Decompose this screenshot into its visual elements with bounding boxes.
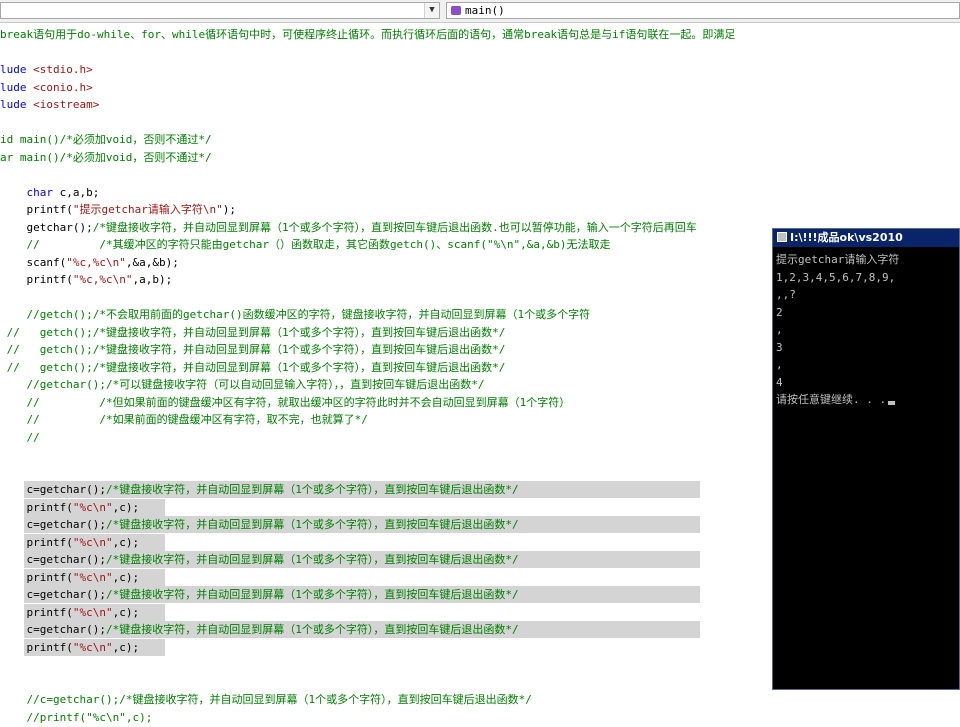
- console-cursor: [888, 401, 896, 405]
- function-dropdown[interactable]: main(): [446, 2, 960, 19]
- code-line[interactable]: //getch();/*不会取用前面的getchar()函数缓冲区的字符，键盘接…: [0, 306, 590, 324]
- code-line[interactable]: // getch();/*键盘接收字符，并自动回显到屏幕（1个或多个字符），直到…: [0, 359, 506, 377]
- console-app-icon: [777, 232, 787, 242]
- code-line[interactable]: c=getchar();/*键盘接收字符，并自动回显到屏幕（1个或多个字符），直…: [0, 621, 519, 639]
- console-output-line: ,: [776, 358, 783, 371]
- console-output-line: 3: [776, 340, 783, 354]
- code-line[interactable]: //: [0, 429, 39, 447]
- code-line[interactable]: printf("%c,%c\n",a,b);: [0, 271, 173, 289]
- console-output-line: 请按任意键继续. . .: [776, 391, 896, 409]
- code-line[interactable]: scanf("%c,%c\n",&a,&b);: [0, 254, 179, 272]
- code-line[interactable]: getchar();/*键盘接收字符，并自动回显到屏幕（1个或多个字符），直到按…: [0, 219, 697, 237]
- code-line[interactable]: // /*但如果前面的键盘缓冲区有字符，就取出缓冲区的字符此时并不会自动回显到屏…: [0, 394, 570, 412]
- code-line[interactable]: // /*如果前面的键盘缓冲区有字符，取不完，也就算了*/: [0, 411, 367, 429]
- code-line[interactable]: //c=getchar();/*键盘接收字符，并自动回显到屏幕（1个或多个字符）…: [0, 691, 531, 709]
- code-line[interactable]: break语句用于do-while、for、while循环语句中时，可使程序终止…: [0, 26, 735, 44]
- code-line[interactable]: printf("%c\n",c);: [0, 639, 140, 657]
- code-line[interactable]: ar main()/*必须加void，否则不通过*/: [0, 149, 212, 167]
- code-line[interactable]: char c,a,b;: [0, 184, 100, 202]
- code-line[interactable]: printf("%c\n",c);: [0, 569, 140, 587]
- code-line[interactable]: lude <iostream>: [0, 96, 99, 114]
- code-line[interactable]: c=getchar();/*键盘接收字符，并自动回显到屏幕（1个或多个字符），直…: [0, 551, 519, 569]
- code-line[interactable]: printf("%c\n",c);: [0, 604, 140, 622]
- editor-navigation-bar: ▼ main(): [0, 0, 960, 23]
- code-line[interactable]: //getchar();/*可以键盘接收字符（可以自动回显输入字符），，直到按回…: [0, 376, 484, 394]
- code-line[interactable]: //printf("%c\n",c);: [0, 709, 152, 727]
- code-line[interactable]: lude <stdio.h>: [0, 61, 93, 79]
- code-line[interactable]: printf("%c\n",c);: [0, 499, 140, 517]
- code-line[interactable]: c=getchar();/*键盘接收字符，并自动回显到屏幕（1个或多个字符），直…: [0, 516, 519, 534]
- console-title: I:\!!!成品ok\vs2010: [790, 231, 903, 244]
- scope-dropdown[interactable]: ▼: [0, 2, 440, 19]
- code-line[interactable]: lude <conio.h>: [0, 79, 93, 97]
- code-line[interactable]: printf("提示getchar请输入字符\n");: [0, 201, 236, 219]
- console-output-line: 2: [776, 305, 783, 319]
- chevron-down-icon[interactable]: ▼: [424, 3, 439, 18]
- function-dropdown-label: main(): [465, 4, 505, 17]
- code-line[interactable]: // getch();/*键盘接收字符，并自动回显到屏幕（1个或多个字符），直到…: [0, 341, 506, 359]
- code-line[interactable]: printf("%c\n",c);: [0, 534, 140, 552]
- console-output-line: 4: [776, 375, 783, 389]
- code-line[interactable]: // getch();/*键盘接收字符，并自动回显到屏幕（1个或多个字符），直到…: [0, 324, 506, 342]
- function-icon: [451, 6, 461, 15]
- console-output-line: ,,?: [776, 288, 796, 301]
- code-line[interactable]: id main()/*必须加void，否则不通过*/: [0, 131, 212, 149]
- console-window[interactable]: I:\!!!成品ok\vs2010 提示getchar请输入字符 1,2,3,4,…: [772, 228, 960, 690]
- code-line[interactable]: // /*其缓冲区的字符只能由getchar（）函数取走，其它函数getch()…: [0, 236, 610, 254]
- console-title-bar[interactable]: I:\!!!成品ok\vs2010: [773, 229, 959, 247]
- console-output-line: 1,2,3,4,5,6,7,8,9,: [776, 270, 896, 284]
- console-output-line: 提示getchar请输入字符: [776, 253, 900, 266]
- code-line[interactable]: c=getchar();/*键盘接收字符，并自动回显到屏幕（1个或多个字符），直…: [0, 481, 519, 499]
- code-line[interactable]: c=getchar();/*键盘接收字符，并自动回显到屏幕（1个或多个字符），直…: [0, 586, 519, 604]
- console-output-line: ,: [776, 323, 783, 336]
